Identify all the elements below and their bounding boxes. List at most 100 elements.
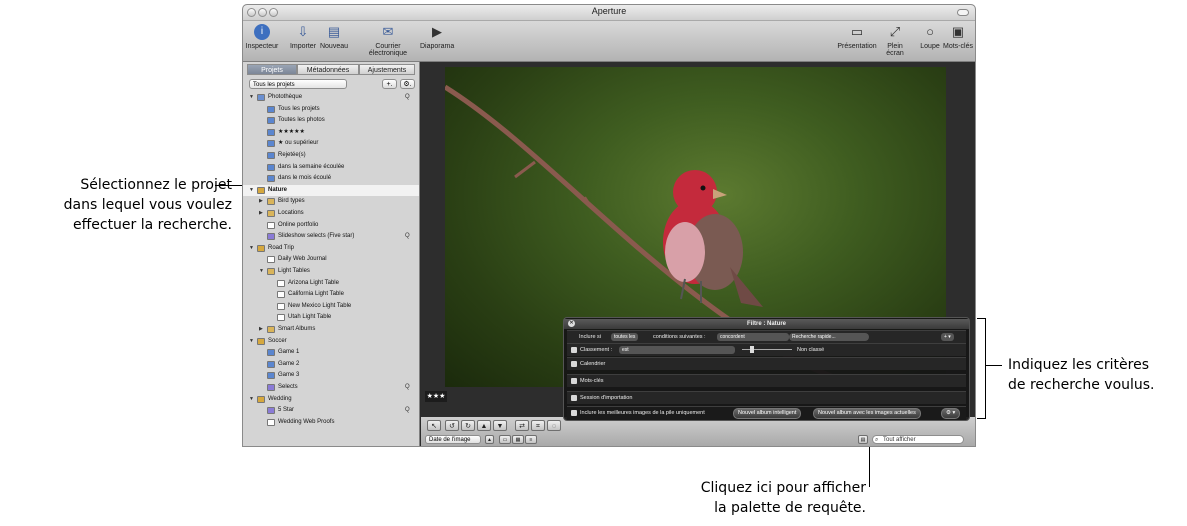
sidebar-item[interactable]: Online portfolio xyxy=(243,220,419,231)
sidebar-item[interactable]: dans le mois écoulé xyxy=(243,173,419,184)
add-item-button[interactable]: +. xyxy=(382,79,397,89)
calendar-checkbox[interactable] xyxy=(571,361,577,367)
sidebar-item-label: Light Tables xyxy=(278,268,310,274)
add-rule-button[interactable]: + ▾ xyxy=(941,333,954,341)
sidebar-item[interactable]: Slideshow selects (Five star) Q xyxy=(243,231,419,242)
crop-tool[interactable]: ⌗ xyxy=(531,420,545,431)
disclosure-triangle-icon[interactable]: ▶ xyxy=(259,208,263,219)
sidebar-item[interactable]: ▶ Locations xyxy=(243,208,419,219)
loupe-button[interactable]: ○ Loupe xyxy=(919,24,941,50)
sort-select[interactable]: Date de l'image xyxy=(425,435,481,444)
sidebar-item[interactable]: dans la semaine écoulée xyxy=(243,162,419,173)
disclosure-triangle-icon[interactable]: ▶ xyxy=(259,324,263,335)
sidebar-item[interactable]: Arizona Light Table xyxy=(243,278,419,289)
rating-operator-select[interactable]: est xyxy=(619,346,735,354)
view-list-button[interactable]: ≡ xyxy=(525,435,537,444)
sidebar-item[interactable]: ▶ Smart Albums xyxy=(243,324,419,335)
sidebar-item[interactable]: ▼ Nature xyxy=(243,184,419,196)
stamp-tool[interactable]: ▼ xyxy=(493,420,507,431)
rotate-right-tool[interactable]: ↻ xyxy=(461,420,475,431)
include-mode-select[interactable]: toutes les xyxy=(611,333,639,341)
quick-search-field[interactable]: Recherche rapide... xyxy=(789,333,869,341)
sidebar-item[interactable]: New Mexico Light Table xyxy=(243,301,419,312)
sidebar-item[interactable]: ★ ou supérieur xyxy=(243,138,419,149)
disclosure-triangle-icon[interactable]: ▼ xyxy=(249,394,254,405)
album-filter-icon[interactable]: Q xyxy=(405,92,410,103)
album-filter-icon[interactable]: Q xyxy=(405,382,410,393)
folder-icon xyxy=(267,210,275,217)
disclosure-triangle-icon[interactable]: ▼ xyxy=(259,266,264,277)
straighten-tool[interactable]: ⇄ xyxy=(515,420,529,431)
web-icon xyxy=(267,256,275,264)
import-button[interactable]: ⇩ Importer xyxy=(289,24,317,50)
sidebar-item[interactable]: Wedding Web Proofs xyxy=(243,417,419,428)
hud-close-icon[interactable]: ✕ xyxy=(568,320,575,327)
sidebar-item[interactable]: ▼ Wedding xyxy=(243,394,419,405)
smart-icon xyxy=(267,384,275,391)
sidebar-item[interactable]: 5 Star Q xyxy=(243,405,419,416)
tab-projects[interactable]: Projets xyxy=(247,64,297,75)
rotate-left-tool[interactable]: ↺ xyxy=(445,420,459,431)
tab-metadata[interactable]: Métadonnées xyxy=(297,64,359,75)
sidebar-item[interactable]: Toutes les photos xyxy=(243,115,419,126)
disclosure-triangle-icon[interactable]: ▶ xyxy=(259,196,263,207)
import-icon: ⇩ xyxy=(297,24,309,39)
fullscreen-button[interactable]: ⤢ Plein écran xyxy=(879,24,911,57)
sidebar-item[interactable]: ▼ Road Trip xyxy=(243,243,419,254)
slideshow-button[interactable]: ▶ Diaporama xyxy=(420,24,454,50)
sidebar-item[interactable]: ▼ Light Tables xyxy=(243,266,419,277)
import-session-checkbox[interactable] xyxy=(571,395,577,401)
sidebar-item-label: Smart Albums xyxy=(278,326,316,332)
disclosure-triangle-icon[interactable]: ▼ xyxy=(249,185,254,196)
view-grid-button[interactable]: ▦ xyxy=(512,435,524,444)
inspector-button[interactable]: i Inspecteur xyxy=(245,24,279,50)
sidebar-item[interactable]: Utah Light Table xyxy=(243,312,419,323)
lift-tool[interactable]: ▲ xyxy=(477,420,491,431)
disclosure-triangle-icon[interactable]: ▼ xyxy=(249,336,254,347)
sidebar-item-label: ★ ou supérieur xyxy=(278,140,319,147)
view-filmstrip-button[interactable]: ▭ xyxy=(499,435,511,444)
sidebar-item[interactable]: ★★★★★ xyxy=(243,127,419,138)
presentation-button[interactable]: ▭ Présentation xyxy=(837,24,877,50)
stack-picks-checkbox[interactable] xyxy=(571,410,577,416)
sidebar-item[interactable]: Game 1 xyxy=(243,347,419,358)
select-tool[interactable]: ↖ xyxy=(427,420,441,431)
sidebar-item[interactable]: Game 3 xyxy=(243,370,419,381)
hud-action-button[interactable]: ⚙ ▾ xyxy=(941,408,961,419)
redeye-tool[interactable]: ◌ xyxy=(547,420,561,431)
disclosure-triangle-icon[interactable]: ▼ xyxy=(249,92,254,103)
toolbar-toggle-button[interactable] xyxy=(957,9,969,16)
email-button[interactable]: ✉ Courrier électronique xyxy=(358,24,418,57)
album-icon xyxy=(267,140,275,148)
keywords-checkbox[interactable] xyxy=(571,378,577,384)
sidebar-item[interactable]: ▼ Photothèque Q xyxy=(243,92,419,103)
disclosure-triangle-icon[interactable]: ▼ xyxy=(249,243,254,254)
query-hud-button[interactable]: ▤ xyxy=(858,435,868,444)
sidebar-item[interactable]: Daily Web Journal xyxy=(243,254,419,265)
search-field[interactable]: ⌕ Tout afficher xyxy=(872,435,964,444)
action-menu-button[interactable]: ⚙. xyxy=(400,79,415,89)
rating-checkbox[interactable] xyxy=(571,347,577,353)
match-mode-select[interactable]: concordent xyxy=(717,333,789,341)
sidebar-item-label: Wedding xyxy=(268,395,292,402)
sidebar-tabs: Projets Métadonnées Ajustements xyxy=(247,64,415,75)
sidebar-item[interactable]: Game 2 xyxy=(243,359,419,370)
sidebar-item[interactable]: California Light Table xyxy=(243,289,419,300)
sidebar-item[interactable]: Tous les projets xyxy=(243,104,419,115)
new-smart-album-button[interactable]: Nouvel album intelligent xyxy=(733,408,802,419)
new-album-current-button[interactable]: Nouvel album avec les images actuelles xyxy=(813,408,921,419)
tab-adjustments[interactable]: Ajustements xyxy=(359,64,415,75)
project-filter-select[interactable]: Tous les projets xyxy=(249,79,347,89)
new-button[interactable]: ▤ Nouveau xyxy=(319,24,349,50)
album-filter-icon[interactable]: Q xyxy=(405,231,410,242)
folder-icon xyxy=(267,198,275,206)
sidebar-item[interactable]: Rejetée(s) xyxy=(243,150,419,161)
keywords-button[interactable]: ▣ Mots-clés xyxy=(943,24,973,50)
sidebar-item[interactable]: Selects Q xyxy=(243,382,419,393)
sidebar-item[interactable]: ▶ Bird types xyxy=(243,196,419,207)
album-filter-icon[interactable]: Q xyxy=(405,405,410,416)
sort-direction-button[interactable]: ▲ xyxy=(485,435,494,444)
rating-slider-thumb[interactable] xyxy=(750,346,754,353)
sidebar-item-label: Game 1 xyxy=(278,349,300,356)
sidebar-item[interactable]: ▼ Soccer xyxy=(243,336,419,347)
